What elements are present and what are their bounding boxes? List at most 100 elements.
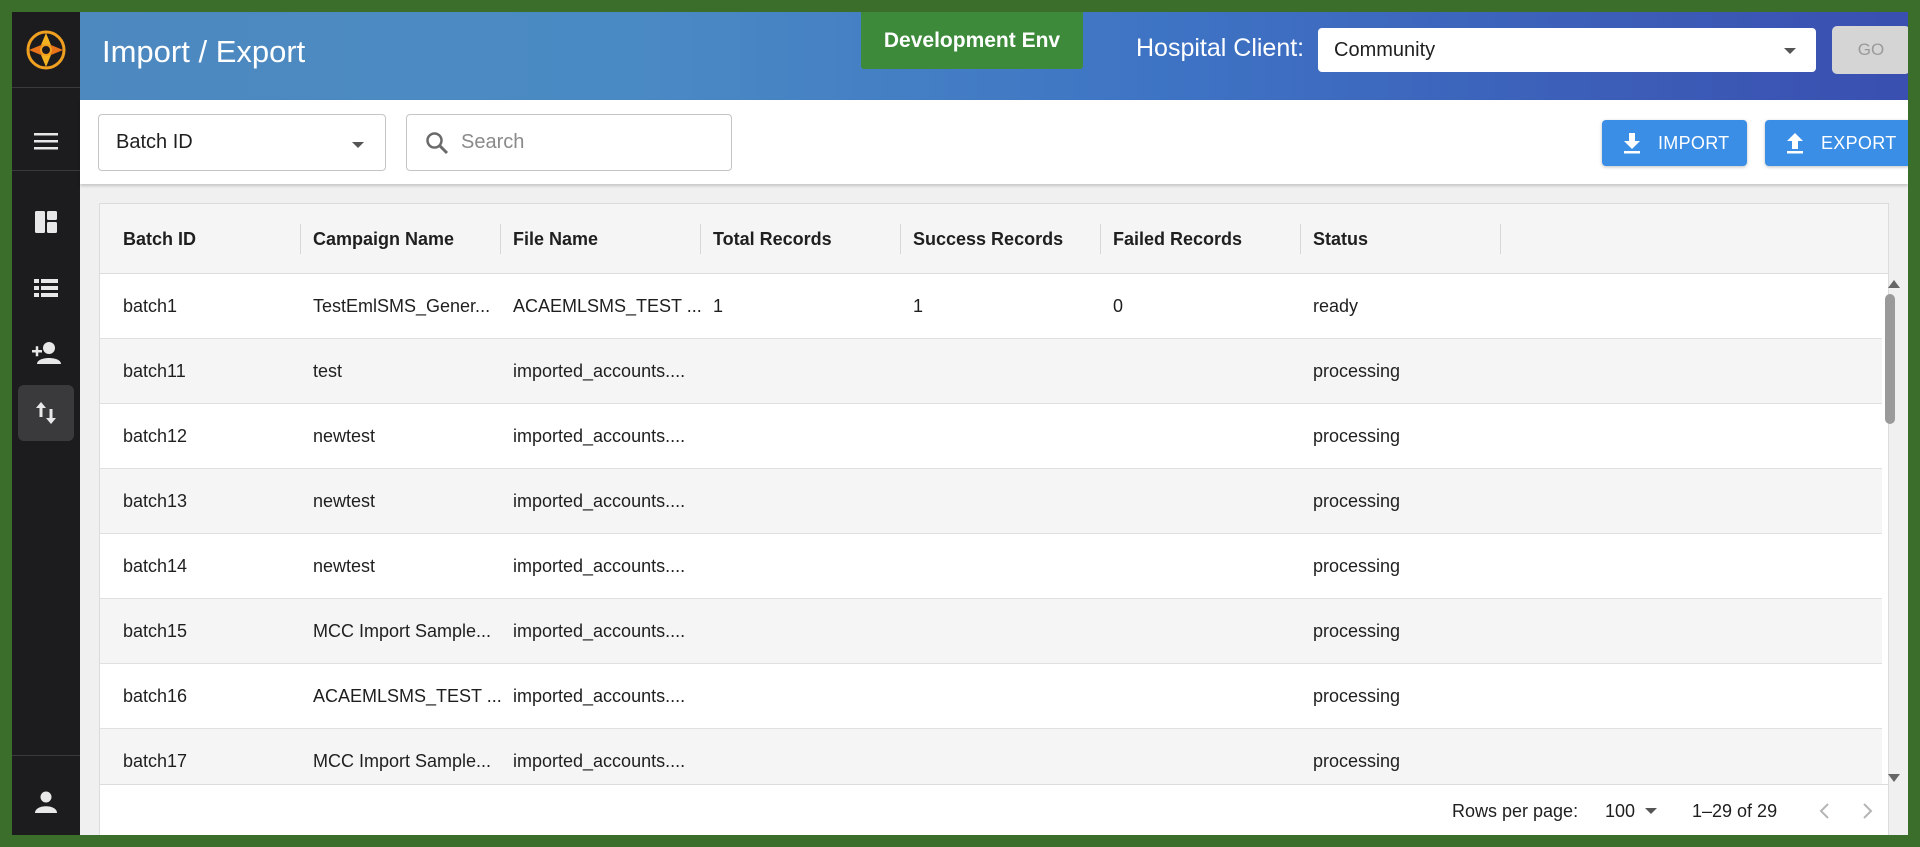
hospital-client-label: Hospital Client:	[1136, 34, 1305, 62]
rows-per-page-select[interactable]: 100	[1605, 785, 1658, 835]
search-input[interactable]	[461, 131, 711, 154]
cell-batch-id: batch13	[123, 490, 188, 511]
cell-campaign-name: MCC Import Sample...	[313, 620, 492, 641]
pagination-range: 1–29 of 29	[1692, 800, 1778, 821]
cell-status: processing	[1313, 620, 1401, 641]
column-header-file-name[interactable]: File Name	[513, 204, 598, 274]
export-label: EXPORT	[1821, 132, 1897, 153]
table-row[interactable]: batch12 newtest imported_accounts.... pr…	[100, 404, 1882, 469]
add-person-icon	[32, 342, 61, 364]
table-row[interactable]: batch17 MCC Import Sample... imported_ac…	[100, 729, 1882, 784]
cell-file-name: imported_accounts....	[513, 490, 686, 511]
list-icon	[34, 279, 58, 297]
hospital-client-select[interactable]: Community	[1318, 28, 1816, 72]
cell-campaign-name: TestEmlSMS_Gener...	[313, 295, 491, 316]
account-button[interactable]	[12, 772, 80, 832]
download-icon	[1624, 133, 1640, 154]
export-button[interactable]: EXPORT	[1765, 120, 1908, 166]
cell-batch-id: batch1	[123, 295, 178, 316]
menu-icon	[34, 133, 58, 150]
table-row[interactable]: batch16 ACAEMLSMS_TEST ... imported_acco…	[100, 664, 1882, 729]
cell-batch-id: batch17	[123, 750, 188, 771]
vertical-scrollbar[interactable]	[1885, 294, 1895, 424]
cell-failed-records: 0	[1113, 295, 1124, 316]
column-header-campaign-name[interactable]: Campaign Name	[313, 204, 454, 274]
app-frame: Import / Export Development Env Hospital…	[12, 12, 1908, 835]
cell-file-name: ACAEMLSMS_TEST ...	[513, 295, 702, 316]
cell-batch-id: batch15	[123, 620, 188, 641]
column-header-success-records[interactable]: Success Records	[913, 204, 1063, 274]
table-pagination: Rows per page: 100 1–29 of 29	[100, 784, 1888, 835]
sidebar	[12, 12, 80, 835]
hospital-client-value: Community	[1334, 38, 1436, 61]
account-icon	[35, 791, 57, 813]
sidebar-item-dashboard[interactable]	[12, 192, 80, 252]
cell-campaign-name: test	[313, 360, 343, 381]
chevron-down-icon	[352, 142, 364, 148]
cell-file-name: imported_accounts....	[513, 750, 686, 771]
cell-file-name: imported_accounts....	[513, 685, 686, 706]
table-row[interactable]: batch14 newtest imported_accounts.... pr…	[100, 534, 1882, 599]
chevron-down-icon	[1645, 808, 1658, 814]
search-icon	[426, 131, 449, 154]
rows-per-page-label: Rows per page:	[1452, 800, 1579, 821]
cell-file-name: imported_accounts....	[513, 555, 686, 576]
cell-file-name: imported_accounts....	[513, 620, 686, 641]
cell-campaign-name: newtest	[313, 555, 376, 576]
app-header: Import / Export Development Env Hospital…	[80, 12, 1908, 100]
logo-icon	[26, 30, 66, 69]
column-header-batch-id[interactable]: Batch ID	[123, 204, 196, 274]
toolbar: Batch ID IMPORT EXPORT	[80, 100, 1908, 184]
page-title: Import / Export	[102, 34, 306, 69]
scroll-down-arrow-icon[interactable]	[1888, 774, 1900, 782]
table-row[interactable]: batch1 TestEmlSMS_Gener... ACAEMLSMS_TES…	[100, 274, 1882, 339]
go-button[interactable]: GO	[1832, 26, 1908, 74]
table-row[interactable]: batch13 newtest imported_accounts.... pr…	[100, 469, 1882, 534]
cell-status: processing	[1313, 685, 1401, 706]
table-row[interactable]: batch15 MCC Import Sample... imported_ac…	[100, 599, 1882, 664]
cell-batch-id: batch11	[123, 360, 186, 381]
cell-status: processing	[1313, 490, 1401, 511]
cell-status: processing	[1313, 360, 1401, 381]
cell-file-name: imported_accounts....	[513, 360, 686, 381]
sidebar-item-import-export[interactable]	[12, 383, 80, 443]
next-page-icon[interactable]	[1855, 799, 1879, 823]
dashboard-icon	[35, 211, 57, 233]
scroll-up-arrow-icon[interactable]	[1888, 280, 1900, 288]
column-header-failed-records[interactable]: Failed Records	[1113, 204, 1242, 274]
cell-success-records: 1	[913, 295, 924, 316]
cell-campaign-name: newtest	[313, 490, 376, 511]
cell-campaign-name: ACAEMLSMS_TEST ...	[313, 685, 502, 706]
logo[interactable]	[12, 12, 80, 88]
table-body: batch1 TestEmlSMS_Gener... ACAEMLSMS_TES…	[100, 274, 1882, 784]
column-header-status[interactable]: Status	[1313, 204, 1368, 274]
cell-batch-id: batch14	[123, 555, 188, 576]
table-row[interactable]: batch11 test imported_accounts.... proce…	[100, 339, 1882, 404]
cell-status: processing	[1313, 425, 1401, 446]
cell-status: processing	[1313, 750, 1401, 771]
rows-per-page-value: 100	[1605, 800, 1636, 821]
cell-batch-id: batch12	[123, 425, 188, 446]
batch-table: Batch ID Campaign Name File Name Total R…	[99, 203, 1900, 835]
filter-field-value: Batch ID	[116, 131, 193, 153]
import-label: IMPORT	[1658, 132, 1730, 153]
sidebar-item-add-user[interactable]	[12, 323, 80, 383]
sidebar-item-list[interactable]	[12, 258, 80, 318]
column-header-total-records[interactable]: Total Records	[713, 204, 832, 274]
upload-icon	[1787, 133, 1803, 154]
import-export-icon	[36, 402, 56, 424]
cell-status: ready	[1313, 295, 1359, 316]
cell-file-name: imported_accounts....	[513, 425, 686, 446]
chevron-down-icon	[1784, 48, 1796, 54]
import-button[interactable]: IMPORT	[1602, 120, 1747, 166]
previous-page-icon[interactable]	[1813, 799, 1837, 823]
cell-campaign-name: newtest	[313, 425, 376, 446]
cell-status: processing	[1313, 555, 1401, 576]
search-box	[406, 114, 732, 171]
cell-total-records: 1	[713, 295, 724, 316]
menu-button[interactable]	[12, 111, 80, 171]
environment-badge: Development Env	[861, 12, 1083, 69]
table-header: Batch ID Campaign Name File Name Total R…	[100, 204, 1888, 274]
cell-campaign-name: MCC Import Sample...	[313, 750, 492, 771]
filter-field-select[interactable]: Batch ID	[98, 114, 386, 171]
